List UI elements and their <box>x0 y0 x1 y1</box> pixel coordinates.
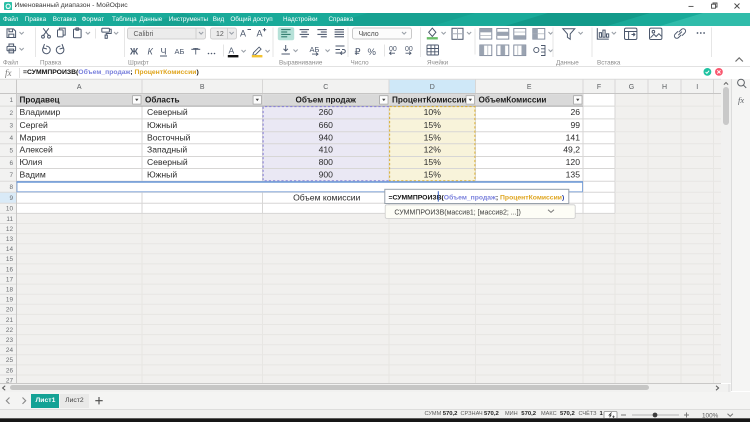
svg-text:19: 19 <box>6 297 14 304</box>
svg-text:26: 26 <box>570 107 580 117</box>
svg-text:10%: 10% <box>424 107 442 117</box>
svg-text:ОбъемКомиссии: ОбъемКомиссии <box>479 95 547 105</box>
svg-text:49,2: 49,2 <box>563 145 580 155</box>
svg-text:17: 17 <box>6 276 14 283</box>
svg-text:24: 24 <box>6 347 14 354</box>
svg-text:I: I <box>696 84 698 91</box>
svg-text:4: 4 <box>9 135 13 142</box>
svg-text:940: 940 <box>319 132 334 142</box>
svg-text:23: 23 <box>6 337 14 344</box>
svg-text:B: B <box>200 84 205 91</box>
svg-text:410: 410 <box>319 145 334 155</box>
svg-text:7: 7 <box>9 172 13 179</box>
svg-text:Западный: Западный <box>147 145 187 155</box>
svg-text:1: 1 <box>9 97 13 104</box>
svg-text:Сергей: Сергей <box>20 120 48 130</box>
svg-text:Мария: Мария <box>20 132 47 142</box>
svg-text:=СУММПРОИЗВ(Объем_продаж; Проц: =СУММПРОИЗВ(Объем_продаж; ПроцентКомисси… <box>389 194 565 202</box>
svg-text:Восточный: Восточный <box>147 132 191 142</box>
svg-text:9: 9 <box>9 195 13 202</box>
svg-text:120: 120 <box>566 157 581 167</box>
svg-text:F: F <box>597 84 601 91</box>
svg-text:G: G <box>629 84 634 91</box>
svg-text:Объем комиссии: Объем комиссии <box>293 192 361 202</box>
svg-text:Алексей: Алексей <box>20 145 53 155</box>
svg-text:E: E <box>527 84 532 91</box>
svg-text:260: 260 <box>319 107 334 117</box>
svg-text:Область: Область <box>145 95 180 105</box>
svg-text:Южный: Южный <box>147 120 177 130</box>
svg-text:10: 10 <box>6 206 14 213</box>
svg-text:C: C <box>323 84 328 91</box>
svg-text:Юлия: Юлия <box>20 157 43 167</box>
svg-text:6: 6 <box>9 160 13 167</box>
svg-text:Вадим: Вадим <box>20 170 46 180</box>
svg-text:2: 2 <box>9 110 13 117</box>
svg-text:11: 11 <box>6 216 13 223</box>
svg-text:Владимир: Владимир <box>20 107 61 117</box>
svg-text:660: 660 <box>319 120 334 130</box>
svg-text:900: 900 <box>319 170 334 180</box>
svg-text:14: 14 <box>6 246 14 253</box>
svg-text:Северный: Северный <box>147 157 188 167</box>
svg-text:D: D <box>430 84 435 91</box>
svg-text:99: 99 <box>570 120 580 130</box>
svg-text:18: 18 <box>6 286 14 293</box>
svg-text:12%: 12% <box>424 145 442 155</box>
svg-text:Южный: Южный <box>147 170 177 180</box>
svg-text:22: 22 <box>6 327 14 334</box>
svg-text:26: 26 <box>6 367 14 374</box>
svg-text:A: A <box>77 84 82 91</box>
svg-text:ПроцентКомиссии: ПроцентКомиссии <box>392 96 467 105</box>
svg-text:H: H <box>662 84 667 91</box>
svg-text:СУММПРОИЗВ(массив1; [массив2;: СУММПРОИЗВ(массив1; [массив2; ...]) <box>394 209 520 216</box>
svg-text:Северный: Северный <box>147 107 188 117</box>
svg-text:5: 5 <box>9 147 13 154</box>
svg-text:15%: 15% <box>424 157 442 167</box>
svg-text:16: 16 <box>6 266 14 273</box>
svg-text:135: 135 <box>566 170 581 180</box>
svg-text:15: 15 <box>6 256 14 263</box>
svg-text:800: 800 <box>319 157 334 167</box>
svg-text:15%: 15% <box>424 120 442 130</box>
svg-text:12: 12 <box>6 226 14 233</box>
svg-text:Продавец: Продавец <box>20 96 60 105</box>
svg-text:13: 13 <box>6 236 14 243</box>
svg-text:8: 8 <box>9 184 13 191</box>
svg-text:21: 21 <box>6 317 14 324</box>
svg-text:25: 25 <box>6 357 14 364</box>
svg-text:141: 141 <box>566 132 581 142</box>
svg-text:15%: 15% <box>424 132 442 142</box>
svg-text:Объем продаж: Объем продаж <box>296 95 357 105</box>
svg-text:3: 3 <box>9 123 13 130</box>
svg-text:20: 20 <box>6 307 14 314</box>
svg-text:15%: 15% <box>424 170 442 180</box>
